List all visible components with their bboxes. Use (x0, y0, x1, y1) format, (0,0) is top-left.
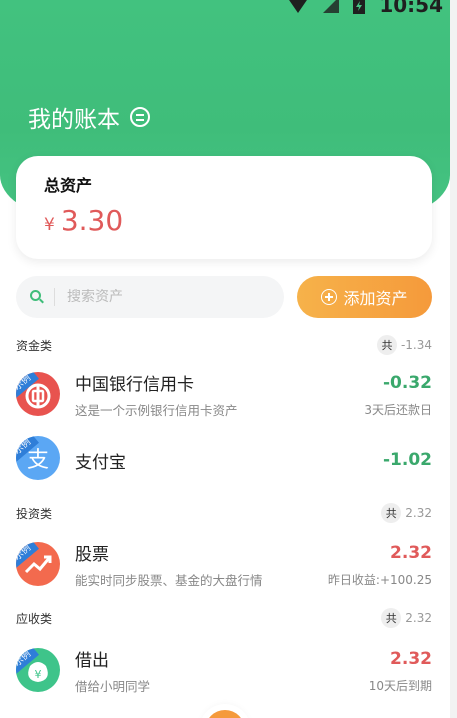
signal-icon (323, 0, 340, 13)
add-asset-button[interactable]: 添加资产 (297, 276, 432, 318)
search-icon (30, 290, 44, 304)
total-assets-label: 总资产 (44, 176, 93, 195)
item-name: 股票 (75, 545, 109, 565)
switch-ledger-icon[interactable] (130, 107, 150, 127)
currency-symbol: ¥ (44, 215, 55, 235)
section-total: 共 -1.34 (376, 335, 432, 355)
add-asset-label: 添加资产 (343, 289, 408, 308)
section-total-value: 2.32 (405, 506, 432, 520)
floating-action-button[interactable] (205, 710, 245, 718)
item-description: 这是一个示例银行信用卡资产 (75, 403, 238, 418)
section-header-investment: 投资类 共 2.32 (16, 503, 432, 523)
item-subtext: 10天后到期 (368, 679, 432, 693)
section-total-value: 2.32 (405, 611, 432, 625)
ledger-title-row[interactable]: 我的账本 (28, 100, 150, 134)
stock-chart-icon: 示例 (16, 542, 60, 586)
page-title: 我的账本 (28, 107, 120, 133)
total-prefix-badge: 共 (381, 503, 402, 523)
screen-edge (450, 0, 457, 718)
search-bar[interactable] (16, 276, 284, 318)
wifi-icon (289, 0, 308, 13)
svg-text:支: 支 (27, 448, 49, 473)
status-time: 10:54 (379, 0, 443, 17)
item-value: -1.02 (383, 450, 432, 470)
svg-text:¥: ¥ (35, 668, 42, 681)
list-item[interactable]: 支 示例 支付宝 -1.02 (16, 430, 432, 490)
list-item[interactable]: 示例 中国银行信用卡 这是一个示例银行信用卡资产 -0.32 3天后还款日 (16, 366, 432, 426)
total-prefix-badge: 共 (376, 335, 397, 355)
section-total: 共 2.32 (381, 608, 432, 628)
item-value: 2.32 (390, 649, 432, 669)
item-subtext: 3天后还款日 (364, 403, 432, 417)
total-assets-value: 3.30 (60, 204, 124, 237)
section-total-value: -1.34 (400, 338, 432, 352)
battery-icon (353, 0, 366, 14)
item-value: 2.32 (390, 543, 432, 563)
add-circle-icon (321, 289, 338, 305)
item-description: 借给小明同学 (75, 679, 151, 694)
section-header-funds: 资金类 共 -1.34 (16, 335, 432, 355)
total-prefix-badge: 共 (381, 608, 402, 628)
alipay-icon: 支 示例 (16, 436, 60, 480)
item-subtext: 昨日收益:+100.25 (327, 573, 432, 587)
section-total: 共 2.32 (381, 503, 432, 523)
item-description: 能实时同步股票、基金的大盘行情 (75, 573, 263, 588)
total-assets-card: 总资产 ¥ 3.30 (16, 156, 432, 259)
total-assets-amount: ¥ 3.30 (44, 204, 123, 237)
item-value: -0.32 (383, 373, 432, 393)
money-bag-icon: ¥ 示例 (16, 648, 60, 692)
search-divider (54, 288, 55, 306)
list-item[interactable]: 示例 股票 能实时同步股票、基金的大盘行情 2.32 昨日收益:+100.25 (16, 536, 432, 596)
section-title: 投资类 (16, 506, 53, 521)
section-title: 资金类 (16, 338, 53, 353)
search-input[interactable] (67, 289, 247, 305)
list-item[interactable]: ¥ 示例 借出 借给小明同学 2.32 10天后到期 (16, 642, 432, 702)
status-bar: 10:54 (287, 0, 443, 17)
bank-of-china-icon: 示例 (16, 372, 60, 416)
item-name: 借出 (75, 651, 109, 671)
item-name: 支付宝 (75, 453, 126, 473)
item-name: 中国银行信用卡 (75, 375, 194, 395)
section-header-receivables: 应收类 共 2.32 (16, 608, 432, 628)
section-title: 应收类 (16, 611, 53, 626)
